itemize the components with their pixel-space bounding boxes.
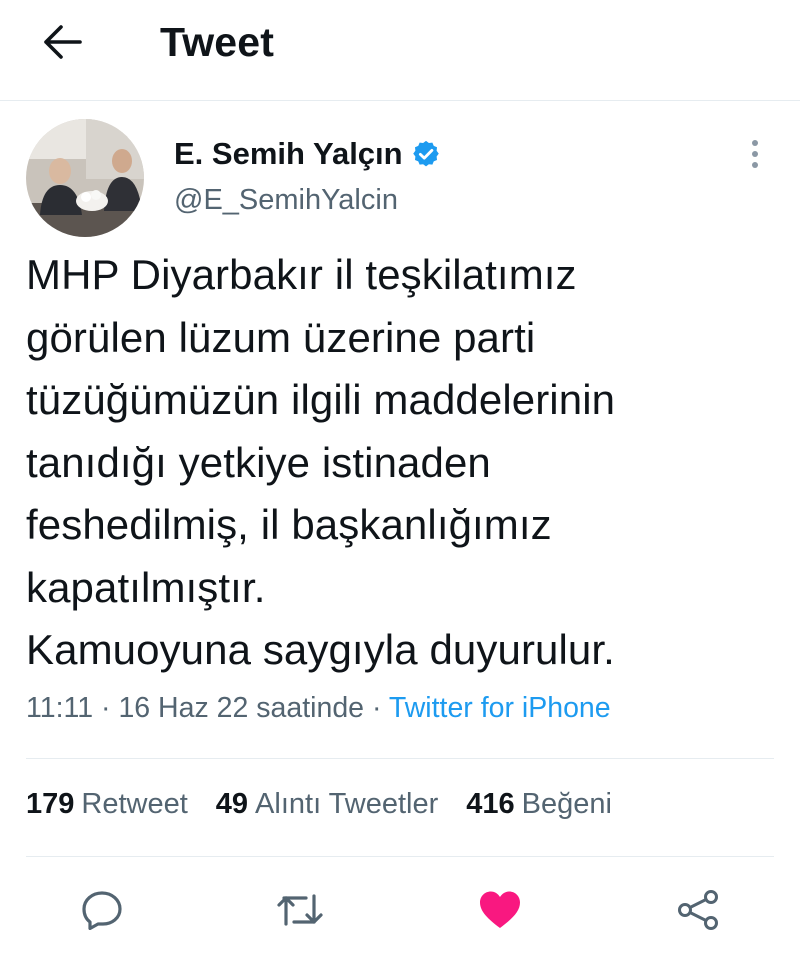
avatar-photo <box>26 119 144 237</box>
retweets-stat[interactable]: 179 Retweet <box>26 788 188 821</box>
arrow-left-icon <box>44 25 82 59</box>
retweet-button[interactable] <box>276 886 324 934</box>
verified-badge-icon <box>412 140 439 167</box>
meta-separator: · <box>371 692 382 724</box>
quotes-stat[interactable]: 49 Alıntı Tweetler <box>216 788 438 821</box>
likes-stat[interactable]: 416 Beğeni <box>466 788 612 821</box>
tweet-source-link[interactable]: Twitter for iPhone <box>389 692 611 724</box>
tweet-date[interactable]: 16 Haz 22 saatinde <box>118 692 364 724</box>
heart-icon <box>480 891 520 928</box>
meta-separator: · <box>101 692 111 724</box>
reply-button[interactable] <box>78 886 126 934</box>
author-handle[interactable]: @E_SemihYalcin <box>174 184 398 217</box>
more-vertical-icon <box>752 140 758 168</box>
likes-label: Beğeni <box>521 788 612 820</box>
share-icon <box>678 890 718 930</box>
quotes-label: Alıntı Tweetler <box>255 788 439 820</box>
tweet-time[interactable]: 11:11 <box>26 692 93 724</box>
divider <box>26 856 774 857</box>
quotes-count: 49 <box>215 788 249 820</box>
avatar[interactable] <box>26 119 144 237</box>
retweets-count: 179 <box>26 788 75 820</box>
author-display-name[interactable]: E. Semih Yalçın <box>174 136 403 172</box>
likes-count: 416 <box>466 788 515 820</box>
tweet-meta: 11:11 · 16 Haz 22 saatinde · Twitter for… <box>26 692 611 725</box>
like-button[interactable] <box>476 886 524 934</box>
reply-icon <box>82 891 122 930</box>
page-title: Tweet <box>160 19 275 65</box>
share-button[interactable] <box>674 886 722 934</box>
author-name-row[interactable]: E. Semih Yalçın <box>174 134 441 174</box>
engagement-stats: 179 Retweet 49 Alıntı Tweetler 416 Beğeni <box>26 788 612 821</box>
retweets-label: Retweet <box>81 788 188 820</box>
tweet-detail-screen: Tweet E. Semih Yalçın @E_SemihYalcin MHP… <box>0 0 800 964</box>
top-bar: Tweet <box>0 0 800 101</box>
retweet-icon <box>277 894 323 926</box>
more-options-button[interactable] <box>740 134 770 174</box>
back-button[interactable] <box>34 14 90 70</box>
tweet-text: MHP Diyarbakır il teşkilatımız görülen l… <box>26 251 616 673</box>
divider <box>26 758 774 759</box>
